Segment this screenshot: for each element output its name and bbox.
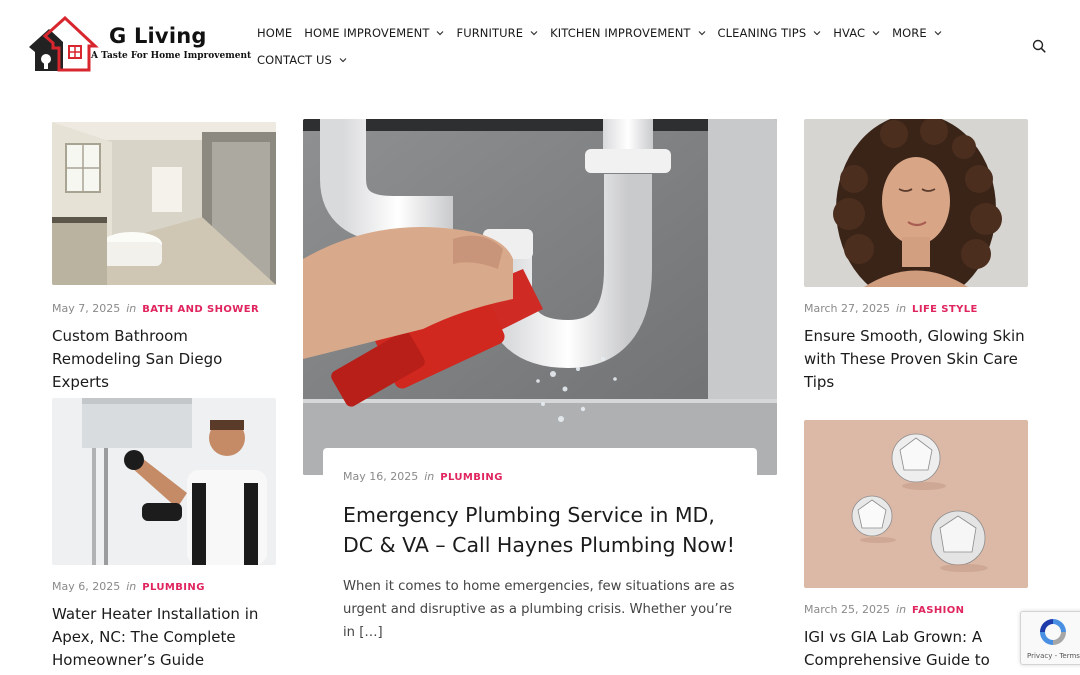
post-in-label: in — [896, 302, 907, 315]
post-date: May 7, 2025 — [52, 302, 121, 315]
post-category-link[interactable]: BATH AND SHOWER — [142, 304, 259, 315]
post-title-link[interactable]: Ensure Smooth, Glowing Skin with These P… — [804, 325, 1029, 394]
chevron-down-icon — [530, 31, 538, 36]
site-name[interactable]: G Living — [109, 24, 207, 48]
nav-row-1: HOME HOME IMPROVEMENT FURNITURE KITCHEN IMP… — [257, 22, 957, 44]
featured-title-link[interactable]: Emergency Plumbing Service in MD, DC & V… — [343, 500, 743, 560]
nav-item-label: HOME IMPROVEMENT — [304, 26, 430, 40]
recaptcha-links[interactable]: Privacy - Terms — [1027, 652, 1080, 660]
chevron-down-icon — [437, 31, 444, 36]
post-date: May 6, 2025 — [52, 580, 121, 593]
post-category-link[interactable]: PLUMBING — [440, 472, 503, 483]
nav-item-label: HOME — [257, 26, 293, 40]
nav-item-contact-us[interactable]: CONTACT US — [257, 53, 347, 67]
post-date: May 16, 2025 — [343, 470, 419, 483]
post-in-label: in — [896, 603, 907, 616]
post-date: March 27, 2025 — [804, 302, 891, 315]
post-category-link[interactable]: FASHION — [912, 605, 964, 616]
nav-item-label: HVAC — [833, 26, 866, 40]
post-category-link[interactable]: LIFE STYLE — [912, 304, 978, 315]
post-meta: March 27, 2025 in LIFE STYLE — [804, 302, 978, 315]
nav-item-more[interactable]: MORE — [892, 26, 942, 40]
main-nav: HOME HOME IMPROVEMENT FURNITURE KITCHEN IMP… — [257, 22, 957, 76]
post-title-link[interactable]: IGI vs GIA Lab Grown: A Comprehensive Gu… — [804, 626, 1019, 672]
post-meta: March 25, 2025 in FASHION — [804, 603, 964, 616]
post-category-link[interactable]: PLUMBING — [142, 582, 205, 593]
search-icon[interactable] — [1032, 39, 1046, 53]
house-logo-icon — [29, 15, 99, 72]
nav-item-kitchen-improvement[interactable]: KITCHEN IMPROVEMENT — [550, 26, 705, 40]
post-in-label: in — [126, 580, 137, 593]
recaptcha-badge[interactable]: Privacy - Terms — [1020, 611, 1080, 665]
nav-item-hvac[interactable]: HVAC — [833, 26, 880, 40]
featured-thumbnail-plumbing[interactable] — [303, 119, 777, 475]
nav-item-home[interactable]: HOME — [257, 26, 292, 40]
chevron-down-icon — [934, 31, 942, 36]
post-in-label: in — [126, 302, 137, 315]
post-thumbnail-bathroom[interactable] — [52, 122, 276, 285]
chevron-down-icon — [339, 58, 347, 63]
post-title-link[interactable]: Custom Bathroom Remodeling San Diego Exp… — [52, 325, 277, 394]
nav-item-furniture[interactable]: FURNITURE — [456, 26, 538, 40]
nav-item-label: FURNITURE — [456, 26, 524, 40]
chevron-down-icon — [698, 31, 705, 36]
nav-item-label: CONTACT US — [257, 53, 332, 67]
post-date: March 25, 2025 — [804, 603, 891, 616]
nav-item-label: CLEANING TIPS — [717, 26, 807, 40]
featured-excerpt: When it comes to home emergencies, few s… — [343, 579, 735, 640]
nav-item-cleaning-tips[interactable]: CLEANING TIPS — [718, 26, 822, 40]
site-tagline: A Taste For Home Improvement — [91, 51, 252, 61]
recaptcha-icon — [1040, 619, 1066, 645]
post-thumbnail-water-heater[interactable] — [52, 398, 276, 565]
post-meta: May 6, 2025 in PLUMBING — [52, 580, 205, 593]
nav-row-2: CONTACT US — [257, 49, 957, 71]
chevron-down-icon — [872, 31, 880, 36]
nav-item-label: MORE — [892, 26, 927, 40]
post-in-label: in — [424, 470, 435, 483]
post-thumbnail-diamonds[interactable] — [804, 420, 1028, 588]
post-title-link[interactable]: Water Heater Installation in Apex, NC: T… — [52, 603, 282, 672]
chevron-down-icon — [813, 31, 821, 36]
post-thumbnail-skin-care[interactable] — [804, 119, 1028, 287]
post-meta: May 7, 2025 in BATH AND SHOWER — [52, 302, 259, 315]
nav-item-label: KITCHEN IMPROVEMENT — [550, 26, 691, 40]
post-meta: May 16, 2025 in PLUMBING — [343, 470, 503, 483]
nav-item-home-improvement[interactable]: HOME IMPROVEMENT — [304, 26, 444, 40]
